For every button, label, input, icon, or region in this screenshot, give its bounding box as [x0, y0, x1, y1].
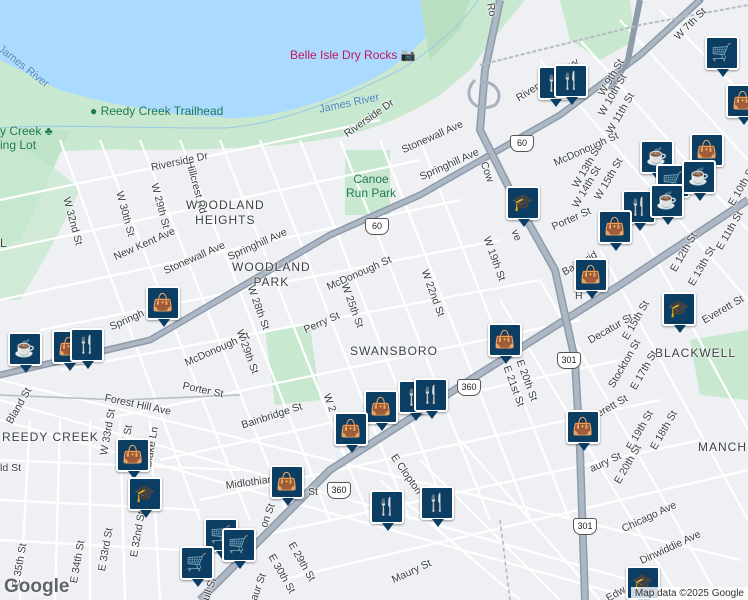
park-icon: ●	[90, 104, 98, 118]
shopping-marker[interactable]: 👜	[574, 258, 608, 299]
shopping-marker[interactable]: 👜	[566, 410, 600, 451]
restaurant-marker[interactable]: 🍴	[554, 64, 588, 105]
shopping-bag-icon: 👜	[122, 445, 144, 464]
area-woodland-park: WOODLAND PARK	[232, 260, 311, 289]
poi-label-line: ing Lot	[0, 138, 37, 152]
map-canvas[interactable]: James River James River Belle Isle Dry R…	[0, 0, 748, 600]
coffee-cup-icon: ☕	[14, 339, 36, 358]
camera-icon: 📷	[400, 48, 416, 62]
route-60-shield: 60	[365, 218, 389, 235]
school-marker[interactable]: 🎓	[662, 292, 696, 333]
graduation-cap-icon: 🎓	[668, 299, 690, 318]
restaurant-marker[interactable]: 🍴	[70, 328, 104, 369]
shopping-marker[interactable]: 👜	[270, 465, 304, 506]
shopping-marker[interactable]: 👜	[364, 390, 398, 431]
route-60-shield: 60	[510, 135, 534, 152]
area-left-fragment: L	[0, 236, 8, 250]
shopping-bag-icon: 👜	[696, 140, 718, 159]
shopping-bag-icon: 👜	[572, 417, 594, 436]
shopping-bag-icon: 👜	[152, 293, 174, 312]
shopping-cart-icon: 🛒	[711, 43, 733, 62]
coffee-cup-icon: ☕	[656, 191, 678, 210]
cafe-marker[interactable]: ☕	[650, 184, 684, 225]
shopping-bag-icon: 👜	[340, 419, 362, 438]
shopping-bag-icon: 👜	[580, 265, 602, 284]
restaurant-marker[interactable]: 🍴	[420, 486, 454, 527]
shopping-bag-icon: 👜	[370, 397, 392, 416]
google-logo: Google	[4, 576, 70, 597]
poi-label: Reedy Creek Trailhead	[100, 104, 224, 118]
poi-reedy-creek-trailhead[interactable]: ● Reedy Creek Trailhead	[90, 104, 223, 118]
poi-label: Belle Isle Dry Rocks	[290, 48, 398, 62]
graduation-cap-icon: 🎓	[134, 484, 156, 503]
shopping-cart-icon: 🛒	[228, 535, 250, 554]
shopping-marker[interactable]: 👜	[116, 438, 150, 479]
school-marker[interactable]: 🎓	[506, 186, 540, 227]
restaurant-marker[interactable]: 🍴	[370, 490, 404, 531]
fork-knife-icon: 🍴	[426, 493, 448, 512]
area-manch: MANCH	[698, 440, 747, 454]
school-marker[interactable]: 🎓	[128, 477, 162, 518]
fork-knife-icon: 🍴	[376, 497, 398, 516]
cafe-marker[interactable]: ☕	[682, 160, 716, 201]
grocery-marker[interactable]: 🛒	[180, 546, 214, 587]
route-360-shield: 360	[327, 482, 351, 499]
route-301-shield: 301	[573, 518, 597, 535]
route-301-shield: 301	[557, 352, 581, 369]
graduation-cap-icon: 🎓	[512, 193, 534, 212]
shopping-bag-icon: 👜	[494, 330, 516, 349]
map-attribution: Map data ©2025 Google	[630, 587, 748, 600]
area-reedy-creek: REEDY CREEK	[2, 430, 99, 444]
shopping-marker[interactable]: 👜	[598, 210, 632, 251]
shopping-cart-icon: 🛒	[186, 553, 208, 572]
street-label: Ro	[484, 2, 499, 18]
shopping-bag-icon: 👜	[276, 472, 298, 491]
grocery-marker[interactable]: 🛒	[705, 36, 739, 77]
tree-icon: ♣	[44, 124, 53, 138]
area-blackwell: BLACKWELL	[655, 346, 737, 360]
shopping-bag-icon: 👜	[604, 217, 626, 236]
poi-canoe-run-park[interactable]: Canoe Run Park	[346, 172, 396, 200]
restaurant-marker[interactable]: 🍴	[414, 378, 448, 419]
street-label: ld St	[0, 462, 22, 474]
shopping-marker[interactable]: 👜	[488, 323, 522, 364]
poi-label-line: Canoe	[353, 172, 389, 186]
poi-label-line: y Creek	[0, 124, 42, 138]
grocery-marker[interactable]: 🛒	[222, 528, 256, 569]
poi-reedy-creek-lot[interactable]: y Creek ♣ ing Lot	[0, 124, 53, 152]
poi-label-line: Run Park	[346, 186, 397, 200]
area-swansboro: SWANSBORO	[350, 344, 438, 358]
route-360-shield: 360	[457, 379, 481, 396]
shopping-marker[interactable]: 👜	[726, 84, 748, 125]
fork-knife-icon: 🍴	[560, 71, 582, 90]
shopping-marker[interactable]: 👜	[334, 412, 368, 453]
fork-knife-icon: 🍴	[76, 335, 98, 354]
shopping-bag-icon: 👜	[732, 91, 748, 110]
street-label: St	[308, 486, 318, 498]
shopping-marker[interactable]: 👜	[146, 286, 180, 327]
poi-belle-isle[interactable]: Belle Isle Dry Rocks 📷	[290, 48, 416, 62]
fork-knife-icon: 🍴	[420, 385, 442, 404]
coffee-cup-icon: ☕	[688, 167, 710, 186]
cafe-marker[interactable]: ☕	[8, 332, 42, 373]
